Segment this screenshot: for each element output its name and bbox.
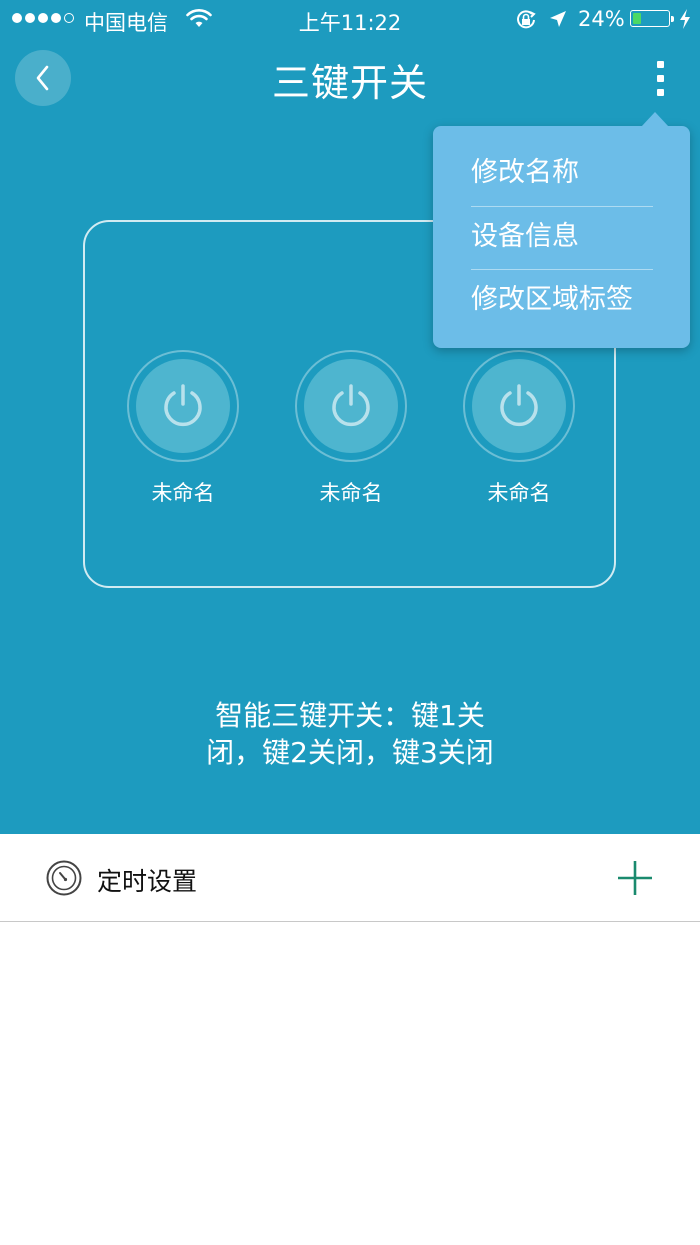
- battery-icon: [630, 10, 674, 27]
- menu-item-edit-area-tag[interactable]: 修改区域标签: [471, 269, 653, 331]
- switch-label: 未命名: [487, 481, 551, 505]
- status-line-1: 智能三键开关：键1关: [215, 699, 485, 732]
- power-button[interactable]: [127, 350, 239, 462]
- timer-icon: [46, 860, 82, 896]
- charging-bolt-icon: [680, 9, 690, 29]
- status-bar: 中国电信 上午11:22 24%: [0, 0, 700, 40]
- switch-key-3[interactable]: 未命名: [461, 350, 577, 510]
- dropdown-arrow: [641, 112, 669, 127]
- power-button[interactable]: [295, 350, 407, 462]
- rotation-lock-icon: [517, 10, 536, 29]
- status-line-2: 闭，键2关闭，键3关闭: [206, 736, 494, 769]
- switch-key-1[interactable]: 未命名: [125, 350, 241, 510]
- add-icon[interactable]: [615, 858, 655, 898]
- schedule-label: 定时设置: [97, 867, 198, 896]
- switch-label: 未命名: [319, 481, 383, 505]
- battery-fill: [633, 13, 641, 24]
- menu-item-device-info[interactable]: 设备信息: [471, 206, 653, 268]
- device-header-area: 中国电信 上午11:22 24% 三键开关 未命名 未命名 未命名 智能三键开关…: [0, 0, 700, 834]
- page-title: 三键开关: [271, 61, 428, 105]
- battery-percent: 24%: [578, 7, 625, 31]
- more-options-button[interactable]: [640, 55, 680, 101]
- power-icon: [164, 384, 202, 427]
- location-arrow-icon: [550, 11, 566, 27]
- power-button[interactable]: [463, 350, 575, 462]
- switch-status-text: 智能三键开关：键1关 闭，键2关闭，键3关闭: [150, 697, 550, 771]
- switch-key-2[interactable]: 未命名: [293, 350, 409, 510]
- schedule-settings-row[interactable]: 定时设置: [0, 834, 700, 922]
- switch-label: 未命名: [151, 481, 215, 505]
- options-dropdown-menu: 修改名称 设备信息 修改区域标签: [433, 112, 690, 348]
- power-icon: [332, 384, 370, 427]
- menu-item-rename[interactable]: 修改名称: [471, 142, 653, 204]
- power-icon: [500, 384, 538, 427]
